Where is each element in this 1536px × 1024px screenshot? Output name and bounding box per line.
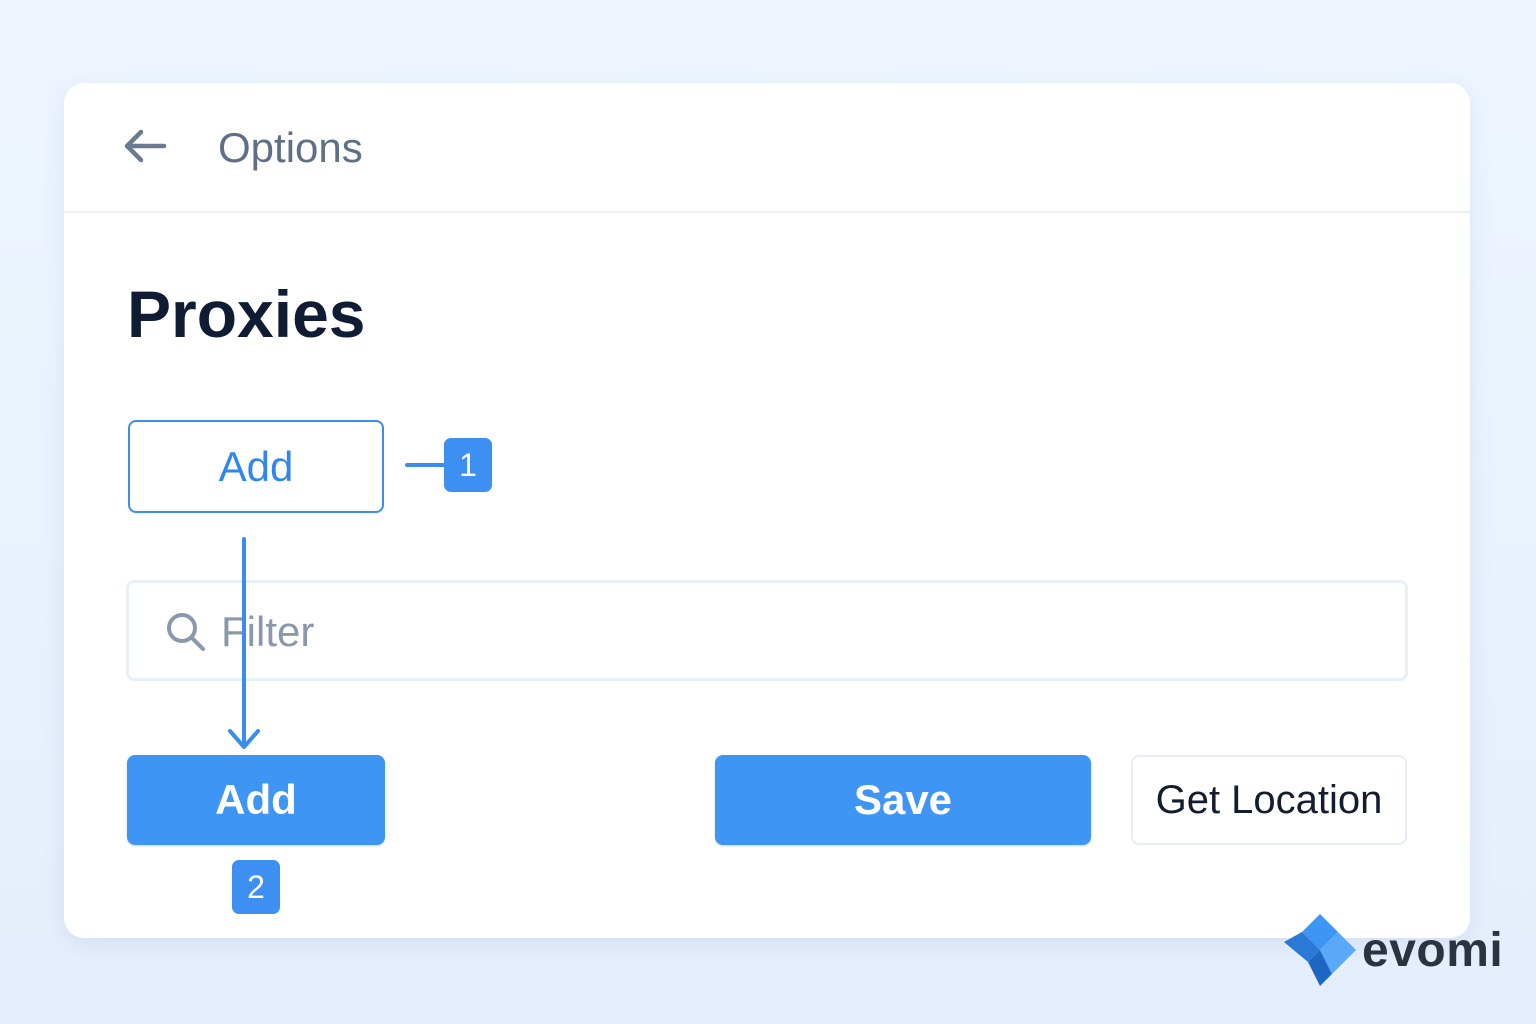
save-button[interactable]: Save — [715, 755, 1091, 845]
brand-logo: evomi — [1280, 912, 1503, 988]
step-badge-2: 2 — [232, 860, 280, 914]
add-proxy-button-outline[interactable]: Add — [128, 420, 384, 513]
header-title: Options — [218, 124, 363, 171]
get-location-button[interactable]: Get Location — [1131, 755, 1407, 845]
step-badge-1: 1 — [444, 438, 492, 492]
add-button[interactable]: Add — [127, 755, 385, 845]
filter-input[interactable] — [221, 603, 1371, 661]
page-title: Proxies — [127, 277, 366, 351]
arrow-left-icon — [122, 128, 168, 169]
evomi-logo-icon — [1280, 912, 1360, 988]
panel-header: Options — [64, 83, 1470, 213]
back-button[interactable] — [120, 125, 170, 171]
filter-field[interactable] — [126, 580, 1408, 681]
options-panel: Options Proxies Add 1 Add 2 Save Get Loc… — [64, 83, 1470, 938]
search-icon — [165, 611, 207, 653]
brand-name: evomi — [1362, 923, 1504, 977]
